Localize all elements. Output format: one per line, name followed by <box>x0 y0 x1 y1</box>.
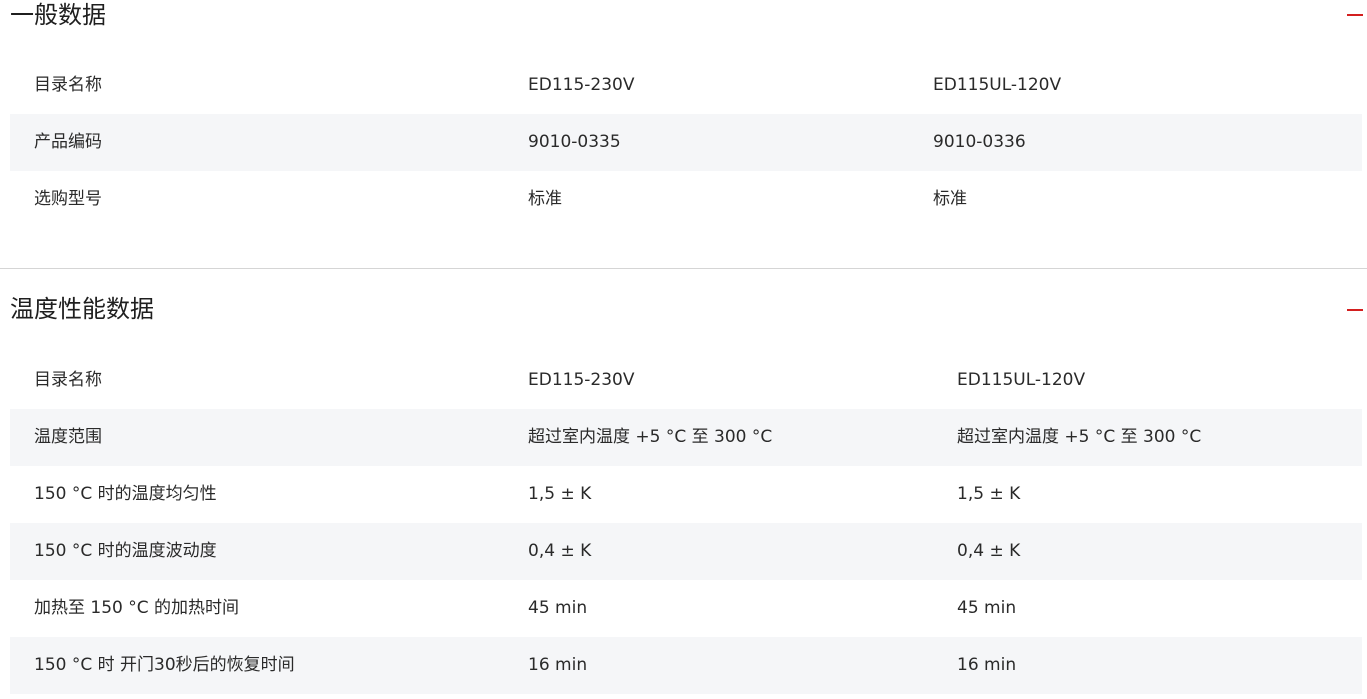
section-title: 一般数据 <box>10 1 106 29</box>
cell-model-1: ED115-230V <box>528 75 635 95</box>
table-row: 150 °C 时的温度波动度 0,4 ± K 0,4 ± K <box>10 523 1362 580</box>
cell-model-2: 0,4 ± K <box>957 541 1021 561</box>
cell-model-1: ED115-230V <box>528 370 635 390</box>
row-label: 150 °C 时的温度均匀性 <box>34 484 217 504</box>
table-row: 150 °C 时 开门30秒后的恢复时间 16 min 16 min <box>10 637 1362 694</box>
row-label: 选购型号 <box>34 189 102 209</box>
cell-model-2: 超过室内温度 +5 °C 至 300 °C <box>957 427 1202 447</box>
cell-model-1: 超过室内温度 +5 °C 至 300 °C <box>528 427 773 447</box>
table-row: 温度范围 超过室内温度 +5 °C 至 300 °C 超过室内温度 +5 °C … <box>10 409 1362 466</box>
row-label: 目录名称 <box>34 75 102 95</box>
collapse-minus-icon[interactable] <box>1347 14 1363 16</box>
cell-model-2: 45 min <box>957 598 1017 618</box>
row-label: 150 °C 时的温度波动度 <box>34 541 217 561</box>
table-row: 产品编码 9010-0335 9010-0336 <box>10 114 1362 171</box>
cell-model-1: 9010-0335 <box>528 132 621 152</box>
section-title: 温度性能数据 <box>10 295 154 323</box>
section-divider <box>0 268 1367 269</box>
table-row: 目录名称 ED115-230V ED115UL-120V <box>10 352 1362 409</box>
cell-model-2: ED115UL-120V <box>957 370 1086 390</box>
table-row: 目录名称 ED115-230V ED115UL-120V <box>10 57 1362 114</box>
cell-model-1: 标准 <box>528 189 562 209</box>
table-row: 150 °C 时的温度均匀性 1,5 ± K 1,5 ± K <box>10 466 1362 523</box>
table-row: 加热至 150 °C 的加热时间 45 min 45 min <box>10 580 1362 637</box>
cell-model-2: ED115UL-120V <box>933 75 1062 95</box>
row-label: 产品编码 <box>34 132 102 152</box>
cell-model-2: 1,5 ± K <box>957 484 1021 504</box>
cell-model-2: 16 min <box>957 655 1017 675</box>
cell-model-2: 标准 <box>933 189 967 209</box>
row-label: 加热至 150 °C 的加热时间 <box>34 598 240 618</box>
row-label: 150 °C 时 开门30秒后的恢复时间 <box>34 655 295 675</box>
cell-model-1: 1,5 ± K <box>528 484 592 504</box>
row-label: 温度范围 <box>34 427 102 447</box>
collapse-minus-icon[interactable] <box>1347 309 1363 311</box>
cell-model-1: 45 min <box>528 598 588 618</box>
cell-model-1: 16 min <box>528 655 588 675</box>
cell-model-2: 9010-0336 <box>933 132 1026 152</box>
table-row: 选购型号 标准 标准 <box>10 171 1362 228</box>
cell-model-1: 0,4 ± K <box>528 541 592 561</box>
row-label: 目录名称 <box>34 370 102 390</box>
